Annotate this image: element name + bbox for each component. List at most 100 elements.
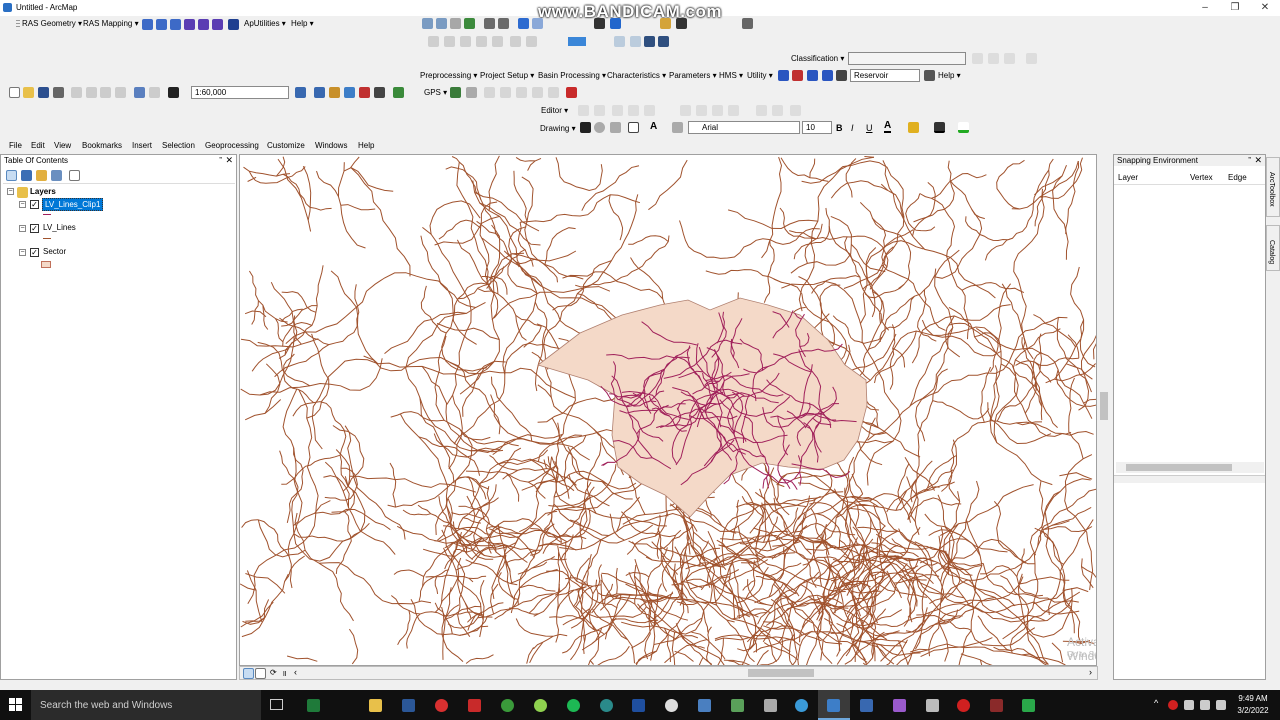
- disabled-tool-icon[interactable]: [1026, 53, 1037, 64]
- menu-edit[interactable]: Edit: [31, 141, 45, 150]
- map-view[interactable]: Activate Windows Go to Settings to activ…: [239, 154, 1097, 666]
- disabled-tool-icon[interactable]: [500, 87, 511, 98]
- reservoir-dropdown[interactable]: Reservoir: [850, 69, 920, 82]
- menu-bookmarks[interactable]: Bookmarks: [82, 141, 122, 150]
- add-data-icon[interactable]: [168, 87, 179, 98]
- app-icon[interactable]: [501, 699, 514, 712]
- opera-icon[interactable]: [435, 699, 448, 712]
- layer-checkbox[interactable]: ✓: [30, 248, 39, 257]
- font-dropdown[interactable]: Arial: [688, 121, 800, 134]
- acrobat-icon[interactable]: [468, 699, 481, 712]
- app-icon[interactable]: [926, 699, 939, 712]
- refresh-icon[interactable]: ⟳: [270, 668, 277, 677]
- basin-processing-menu[interactable]: Basin Processing ▾: [538, 71, 606, 80]
- expander-icon[interactable]: −: [7, 188, 14, 195]
- font-color-icon[interactable]: A: [884, 121, 892, 133]
- drawing-menu[interactable]: Drawing ▾: [540, 124, 576, 133]
- zoom-out-icon[interactable]: [436, 18, 447, 29]
- marker-color-icon[interactable]: [958, 122, 969, 133]
- disabled-tool-icon[interactable]: [510, 36, 521, 47]
- app-icon[interactable]: [893, 699, 906, 712]
- app-icon[interactable]: [731, 699, 744, 712]
- ras-tool-icon[interactable]: [228, 19, 239, 30]
- bold-button[interactable]: B: [836, 123, 843, 133]
- layout-tool-icon[interactable]: [644, 36, 655, 47]
- excel-icon[interactable]: [307, 699, 320, 712]
- menu-file[interactable]: File: [9, 141, 22, 150]
- ras-help-menu[interactable]: Help ▾: [291, 19, 314, 28]
- text-tool-icon[interactable]: A: [650, 121, 657, 132]
- layers-root-label[interactable]: Layers: [30, 187, 56, 196]
- app-icon[interactable]: [665, 699, 678, 712]
- qgis-icon[interactable]: [534, 699, 547, 712]
- hms-tool-icon[interactable]: [807, 70, 818, 81]
- classification-menu[interactable]: Classification ▾: [791, 54, 844, 63]
- hms-tool-icon[interactable]: [836, 70, 847, 81]
- layer-name-lv-lines[interactable]: LV_Lines: [43, 223, 76, 232]
- menu-insert[interactable]: Insert: [132, 141, 152, 150]
- search-window-icon[interactable]: [344, 87, 355, 98]
- measure-icon[interactable]: [676, 18, 687, 29]
- menu-view[interactable]: View: [54, 141, 71, 150]
- editor-toolbar-icon[interactable]: [295, 87, 306, 98]
- disabled-tool-icon[interactable]: [548, 87, 559, 98]
- list-by-selection-icon[interactable]: [51, 170, 62, 181]
- hms-help-menu[interactable]: Help ▾: [938, 71, 961, 80]
- pin-icon[interactable]: ‟: [219, 156, 222, 165]
- time-slider-icon[interactable]: [742, 18, 753, 29]
- catalog-window-icon[interactable]: [329, 87, 340, 98]
- redo-icon[interactable]: [149, 87, 160, 98]
- minimize-button[interactable]: –: [1190, 0, 1220, 16]
- aputilities-menu[interactable]: ApUtilities ▾: [244, 19, 286, 28]
- modelbuilder-icon[interactable]: [393, 87, 404, 98]
- hms-tool-icon[interactable]: [822, 70, 833, 81]
- tray-chevron-icon[interactable]: ^: [1154, 698, 1158, 708]
- toolbar-grip[interactable]: [16, 20, 20, 29]
- delete-icon[interactable]: [115, 87, 126, 98]
- edit-tool-icon[interactable]: [790, 105, 801, 116]
- layer-checkbox[interactable]: ✓: [30, 224, 39, 233]
- expander-icon[interactable]: −: [19, 225, 26, 232]
- color-swatch-icon[interactable]: [568, 37, 586, 46]
- zoom-in-icon[interactable]: [422, 18, 433, 29]
- line-color-icon[interactable]: [934, 122, 945, 133]
- disabled-tool-icon[interactable]: [526, 36, 537, 47]
- menu-windows[interactable]: Windows: [315, 141, 347, 150]
- app-icon[interactable]: [698, 699, 711, 712]
- ras-tool-icon[interactable]: [156, 19, 167, 30]
- toc-close-icon[interactable]: ✕: [225, 155, 233, 166]
- word-icon[interactable]: [402, 699, 415, 712]
- disabled-tool-icon[interactable]: [1004, 53, 1015, 64]
- arcmap-taskbar-button[interactable]: [818, 690, 850, 720]
- file-explorer-icon[interactable]: [369, 699, 382, 712]
- menu-geoprocessing[interactable]: Geoprocessing: [205, 141, 259, 150]
- data-view-icon[interactable]: [243, 668, 254, 679]
- list-by-drawing-order-icon[interactable]: [6, 170, 17, 181]
- disabled-tool-icon[interactable]: [516, 87, 527, 98]
- edit-vertices-icon[interactable]: [672, 122, 683, 133]
- clock-date[interactable]: 3/2/2022: [1234, 706, 1272, 715]
- snapping-close-icon[interactable]: ✕: [1254, 155, 1262, 166]
- flag-icon[interactable]: [566, 87, 577, 98]
- fill-color-icon[interactable]: [908, 122, 919, 133]
- edit-tool-icon[interactable]: [644, 105, 655, 116]
- classification-dropdown[interactable]: [848, 52, 966, 65]
- preprocessing-menu[interactable]: Preprocessing ▾: [420, 71, 477, 80]
- scroll-thumb[interactable]: [1126, 464, 1232, 471]
- open-icon[interactable]: [23, 87, 34, 98]
- edit-tool-icon[interactable]: [612, 105, 623, 116]
- layer-name-lv-lines-clip1[interactable]: LV_Lines_Clip1: [42, 198, 104, 211]
- zoom-whole-page-icon[interactable]: [610, 122, 621, 133]
- line-symbol[interactable]: [43, 214, 51, 215]
- tray-record-icon[interactable]: [1168, 700, 1178, 710]
- select-elements-icon[interactable]: [580, 122, 591, 133]
- expander-icon[interactable]: −: [19, 201, 26, 208]
- utility-menu[interactable]: Utility ▾: [747, 71, 773, 80]
- undo-icon[interactable]: [134, 87, 145, 98]
- battery-icon[interactable]: [1216, 700, 1226, 710]
- globe-icon[interactable]: [600, 699, 613, 712]
- scroll-right-icon[interactable]: ›: [1089, 667, 1092, 677]
- hms-tool-icon[interactable]: [778, 70, 789, 81]
- layout-tool-icon[interactable]: [658, 36, 669, 47]
- disabled-tool-icon[interactable]: [460, 36, 471, 47]
